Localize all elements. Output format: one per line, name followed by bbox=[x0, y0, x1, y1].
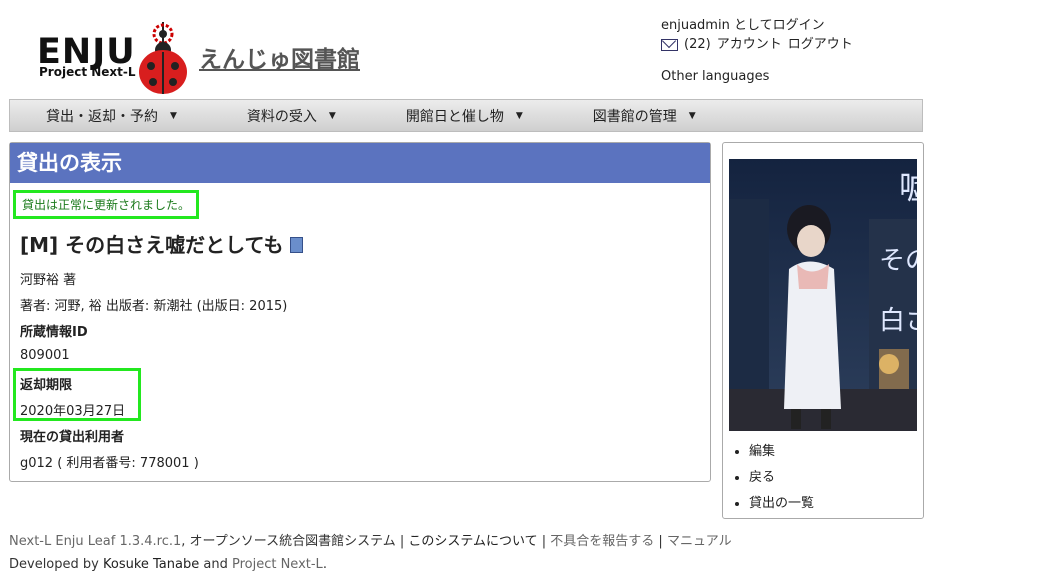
creator-link[interactable]: 河野, 裕 bbox=[55, 299, 102, 314]
project-link[interactable]: Project Next-L bbox=[232, 557, 323, 572]
nav-item-admin[interactable]: 図書館の管理 ▼ bbox=[557, 100, 696, 131]
caret-down-icon: ▼ bbox=[515, 110, 523, 121]
item-id-row: 809001 bbox=[20, 348, 70, 363]
creator-label: 著者: bbox=[20, 299, 55, 314]
mail-icon[interactable] bbox=[661, 38, 678, 51]
caret-down-icon: ▼ bbox=[170, 110, 177, 121]
publisher-link[interactable]: 新潮社 bbox=[153, 299, 192, 314]
software-desc: , オープンソース統合図書館システム | bbox=[181, 534, 409, 549]
logo-sub-text: Project Next-L bbox=[39, 65, 136, 79]
checkout-list-link[interactable]: 貸出の一覧 bbox=[749, 496, 814, 511]
message-count-link[interactable]: (22) bbox=[684, 35, 711, 54]
caret-down-icon: ▼ bbox=[328, 110, 336, 121]
borrower-row: g012 ( 利用者番号: 778001 ) bbox=[20, 452, 199, 471]
book-cover-image: 嘘 その 白さ bbox=[729, 159, 917, 431]
creator-line: 著者: 河野, 裕 出版者: 新潮社 (出版日: 2015) bbox=[20, 295, 287, 314]
sidebar-menu: 編集 戻る 貸出の一覧 bbox=[733, 439, 814, 517]
item-id-label: 所蔵情報ID bbox=[20, 321, 88, 340]
back-link[interactable]: 戻る bbox=[749, 470, 775, 485]
main-nav: 貸出・返却・予約 ▼ 資料の受入 ▼ 開館日と催し物 ▼ 図書館の管理 ▼ bbox=[9, 99, 923, 132]
nav-item-label: 資料の受入 bbox=[246, 108, 317, 125]
about-link[interactable]: このシステムについて bbox=[408, 534, 537, 549]
main-panel: 貸出の表示 貸出は正常に更新されました。 [M] その白さえ嘘だとしても 河野裕… bbox=[9, 142, 711, 482]
report-bug-link[interactable]: 不具合を報告する bbox=[550, 534, 654, 549]
user-area: enjuadmin としてログイン (22) アカウント ログアウト bbox=[661, 16, 853, 54]
borrower-number: ( 利用者番号: 778001 ) bbox=[57, 456, 199, 471]
book-prefix: [M] bbox=[20, 233, 59, 257]
footer-line-2: Developed by Kosuke Tanabe and Project N… bbox=[9, 557, 327, 572]
item-id-link[interactable]: 809001 bbox=[20, 348, 70, 363]
due-date-heading: 返却期限 bbox=[20, 378, 73, 393]
logout-link[interactable]: ログアウト bbox=[788, 35, 853, 54]
sidebar-item-checkout-list: 貸出の一覧 bbox=[749, 491, 814, 517]
book-title-link[interactable]: その白さえ嘘だとしても bbox=[65, 233, 283, 257]
software-link[interactable]: Next-L Enju Leaf 1.3.4.rc.1 bbox=[9, 534, 181, 549]
nav-item-label: 開館日と催し物 bbox=[405, 108, 504, 125]
developer-link[interactable]: Kosuke Tanabe bbox=[103, 557, 199, 572]
nav-item-acquisition[interactable]: 資料の受入 ▼ bbox=[211, 100, 336, 131]
due-label-row: 返却期限 bbox=[20, 374, 72, 393]
svg-text:その: その bbox=[879, 246, 917, 276]
pub-date: (出版日: 2015) bbox=[196, 299, 288, 314]
manual-link[interactable]: マニュアル bbox=[667, 534, 732, 549]
sidebar-item-back: 戻る bbox=[749, 465, 814, 491]
publisher-label: 出版者: bbox=[105, 299, 154, 314]
account-link[interactable]: アカウント bbox=[717, 35, 782, 54]
book-title: [M] その白さえ嘘だとしても bbox=[20, 229, 303, 258]
footer-line-1: Next-L Enju Leaf 1.3.4.rc.1, オープンソース統合図書… bbox=[9, 530, 732, 549]
nav-item-label: 貸出・返却・予約 bbox=[46, 108, 158, 125]
logo[interactable]: ENJU Project Next-L bbox=[37, 20, 187, 98]
nav-item-label: 図書館の管理 bbox=[592, 108, 677, 125]
other-languages-link[interactable]: Other languages bbox=[661, 69, 769, 84]
success-notice: 貸出は正常に更新されました。 bbox=[13, 190, 200, 219]
sidebar: 嘘 その 白さ 編集 戻る 貸出の一覧 bbox=[722, 142, 924, 519]
developed-by-label: Developed by bbox=[9, 557, 103, 572]
borrower-link[interactable]: g012 bbox=[20, 456, 53, 471]
ladybug-icon bbox=[139, 22, 187, 94]
svg-text:嘘: 嘘 bbox=[899, 168, 917, 208]
edit-link[interactable]: 編集 bbox=[749, 444, 775, 459]
due-date-value: 2020年03月27日 bbox=[20, 404, 126, 419]
book-icon bbox=[289, 237, 303, 253]
nav-item-events[interactable]: 開館日と催し物 ▼ bbox=[370, 100, 523, 131]
caret-down-icon: ▼ bbox=[688, 110, 696, 121]
footer-separator: | bbox=[654, 534, 667, 549]
borrower-label-row: 現在の貸出利用者 bbox=[20, 426, 124, 445]
statement-of-responsibility: 河野裕 著 bbox=[20, 273, 77, 288]
login-status: enjuadmin としてログイン bbox=[661, 18, 825, 33]
period-text: . bbox=[322, 557, 327, 572]
and-text: and bbox=[199, 557, 232, 572]
item-id-heading: 所蔵情報ID bbox=[20, 325, 88, 340]
nav-item-checkout[interactable]: 貸出・返却・予約 ▼ bbox=[10, 100, 177, 131]
site-title-link[interactable]: えんじゅ図書館 bbox=[199, 40, 360, 74]
borrower-heading: 現在の貸出利用者 bbox=[20, 430, 125, 445]
page-title: 貸出の表示 bbox=[10, 143, 710, 183]
footer-separator: | bbox=[537, 534, 551, 549]
svg-text:白さ: 白さ bbox=[879, 306, 917, 336]
sidebar-item-edit: 編集 bbox=[749, 439, 814, 465]
